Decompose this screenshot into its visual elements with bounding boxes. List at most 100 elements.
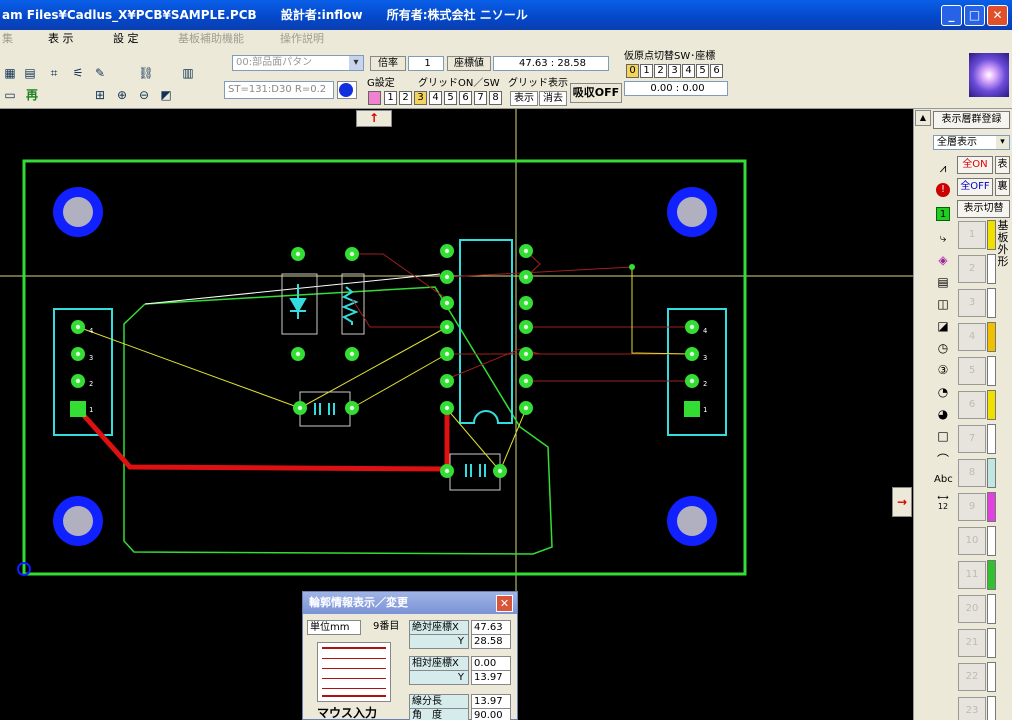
redraw-button[interactable]: 再 [26, 88, 38, 102]
component-icon[interactable]: ⌗ [46, 65, 62, 81]
layer-color-10[interactable] [987, 526, 996, 556]
chevron-down-icon[interactable]: ▾ [996, 136, 1009, 149]
vertical-scrollbar[interactable]: ▲ [913, 109, 931, 720]
menu-settings[interactable]: 設 定 [113, 30, 139, 47]
layer-button-9[interactable]: 9 [958, 493, 986, 521]
layer-button-10[interactable]: 10 [958, 527, 986, 555]
scale-value[interactable]: 1 [408, 56, 444, 71]
grid-button-6[interactable]: 6 [459, 91, 472, 105]
rel-x-value[interactable]: 0.00 [471, 656, 511, 671]
layer-color-22[interactable] [987, 662, 996, 692]
scroll-up-arrow-button[interactable]: ↑ [356, 110, 392, 127]
front-button[interactable]: 表 [995, 156, 1010, 174]
grid-button-1[interactable]: 1 [384, 91, 397, 105]
layer-stack-icon[interactable]: ◫ [934, 295, 952, 313]
pencil-icon[interactable]: ✎ [92, 65, 108, 81]
scroll-right-arrow-button[interactable]: → [892, 487, 912, 517]
layer-button-7[interactable]: 7 [958, 425, 986, 453]
routing-icon[interactable]: ⤷ [934, 229, 952, 247]
layer-badge[interactable]: 1 [936, 207, 950, 221]
origin-button-5[interactable]: 5 [696, 64, 709, 78]
back-button[interactable]: 裏 [995, 178, 1010, 196]
wire-icon[interactable]: ⩘ [934, 159, 952, 177]
abs-x-value[interactable]: 47.63 [471, 620, 511, 635]
layer-view-select[interactable]: 全層表示 ▾ [933, 135, 1010, 150]
grid-show-button[interactable]: 表示 [510, 91, 538, 106]
layer-button-4[interactable]: 4 [958, 323, 986, 351]
color-swatch[interactable] [337, 81, 357, 99]
layer-button-8[interactable]: 8 [958, 459, 986, 487]
layer-delete-icon[interactable]: ◪ [934, 317, 952, 335]
layer-button-23[interactable]: 23 [958, 697, 986, 720]
timer-icon[interactable]: ◷ [934, 339, 952, 357]
close-button[interactable]: ✕ [987, 5, 1008, 26]
zoom-fit-icon[interactable]: ⊞ [92, 87, 108, 103]
rectangle-icon[interactable]: □ [934, 427, 952, 445]
layer-button-21[interactable]: 21 [958, 629, 986, 657]
corner-arc-icon[interactable]: ⌒ [934, 451, 952, 469]
save-icon[interactable]: ▤ [22, 65, 38, 81]
layer-button-20[interactable]: 20 [958, 595, 986, 623]
grid-hide-button[interactable]: 消去 [539, 91, 567, 106]
net-icon[interactable]: ⛓ [138, 65, 154, 81]
layer-color-4[interactable] [987, 322, 996, 352]
dimension-icon[interactable]: ⟷ 12 [934, 493, 952, 511]
layer-color-7[interactable] [987, 424, 996, 454]
grid-button-8[interactable]: 8 [489, 91, 502, 105]
alert-icon[interactable]: ! [936, 183, 950, 197]
arc-3p-icon[interactable]: ◕ [934, 405, 952, 423]
layer-button-2[interactable]: 2 [958, 255, 986, 283]
target-icon[interactable]: ◈ [934, 251, 952, 269]
chip-icon[interactable]: ▥ [180, 65, 196, 81]
three-point-arc-icon[interactable]: ③ [934, 361, 952, 379]
rel-y-value[interactable]: 13.97 [471, 670, 511, 685]
layer-color-8[interactable] [987, 458, 996, 488]
grid-button-4[interactable]: 4 [429, 91, 442, 105]
layer-color-11[interactable] [987, 560, 996, 590]
layer-color-5[interactable] [987, 356, 996, 386]
layer-button-11[interactable]: 11 [958, 561, 986, 589]
layer-color-2[interactable] [987, 254, 996, 284]
part-pattern-select[interactable]: 00:部品面パタン ▾ [232, 55, 364, 71]
origin-button-2[interactable]: 2 [654, 64, 667, 78]
layer-pick-icon[interactable]: ◩ [158, 87, 174, 103]
layer-color-9[interactable] [987, 492, 996, 522]
zoom-in-icon[interactable]: ⊕ [114, 87, 130, 103]
origin-button-0[interactable]: 0 [626, 64, 639, 78]
dialog-close-icon[interactable]: ✕ [496, 595, 513, 612]
abs-y-value[interactable]: 28.58 [471, 634, 511, 649]
menu-board-assist[interactable]: 基板補助機能 [178, 30, 244, 47]
route-icon[interactable]: ⚟ [70, 65, 86, 81]
origin-button-4[interactable]: 4 [682, 64, 695, 78]
zoom-out-icon[interactable]: ⊖ [136, 87, 152, 103]
layer-button-22[interactable]: 22 [958, 663, 986, 691]
arc-icon[interactable]: ◔ [934, 383, 952, 401]
chevron-down-icon[interactable]: ▾ [349, 56, 363, 70]
layer-color-20[interactable] [987, 594, 996, 624]
grid-button-3[interactable]: 3 [414, 91, 427, 105]
trace-style-field[interactable]: ST=131:D30 R=0.2 [224, 81, 334, 99]
layer-color-1[interactable] [987, 220, 996, 250]
layer-button-6[interactable]: 6 [958, 391, 986, 419]
grid-button-5[interactable]: 5 [444, 91, 457, 105]
segment-length-value[interactable]: 13.97 [471, 694, 511, 709]
all-on-button[interactable]: 全ON [957, 156, 993, 174]
grid-button-7[interactable]: 7 [474, 91, 487, 105]
text-tool-icon[interactable]: Abc [934, 471, 953, 489]
maximize-button[interactable]: □ [964, 5, 985, 26]
document-icon[interactable]: ▤ [934, 273, 952, 291]
layer-color-6[interactable] [987, 390, 996, 420]
monitor-icon[interactable]: ▭ [2, 87, 18, 103]
grid-icon[interactable]: ▦ [2, 65, 18, 81]
toggle-display-button[interactable]: 表示切替 [957, 200, 1010, 218]
layer-button-3[interactable]: 3 [958, 289, 986, 317]
layer-button-5[interactable]: 5 [958, 357, 986, 385]
layer-color-21[interactable] [987, 628, 996, 658]
scroll-up-icon[interactable]: ▲ [915, 110, 931, 126]
menu-view[interactable]: 表 示 [48, 30, 74, 47]
angle-value[interactable]: 90.00 [471, 708, 511, 720]
menu-help[interactable]: 操作説明 [280, 30, 324, 47]
grid-color-swatch[interactable] [368, 91, 381, 105]
menu-edit[interactable]: 集 [2, 30, 13, 47]
all-off-button[interactable]: 全OFF [957, 178, 993, 196]
